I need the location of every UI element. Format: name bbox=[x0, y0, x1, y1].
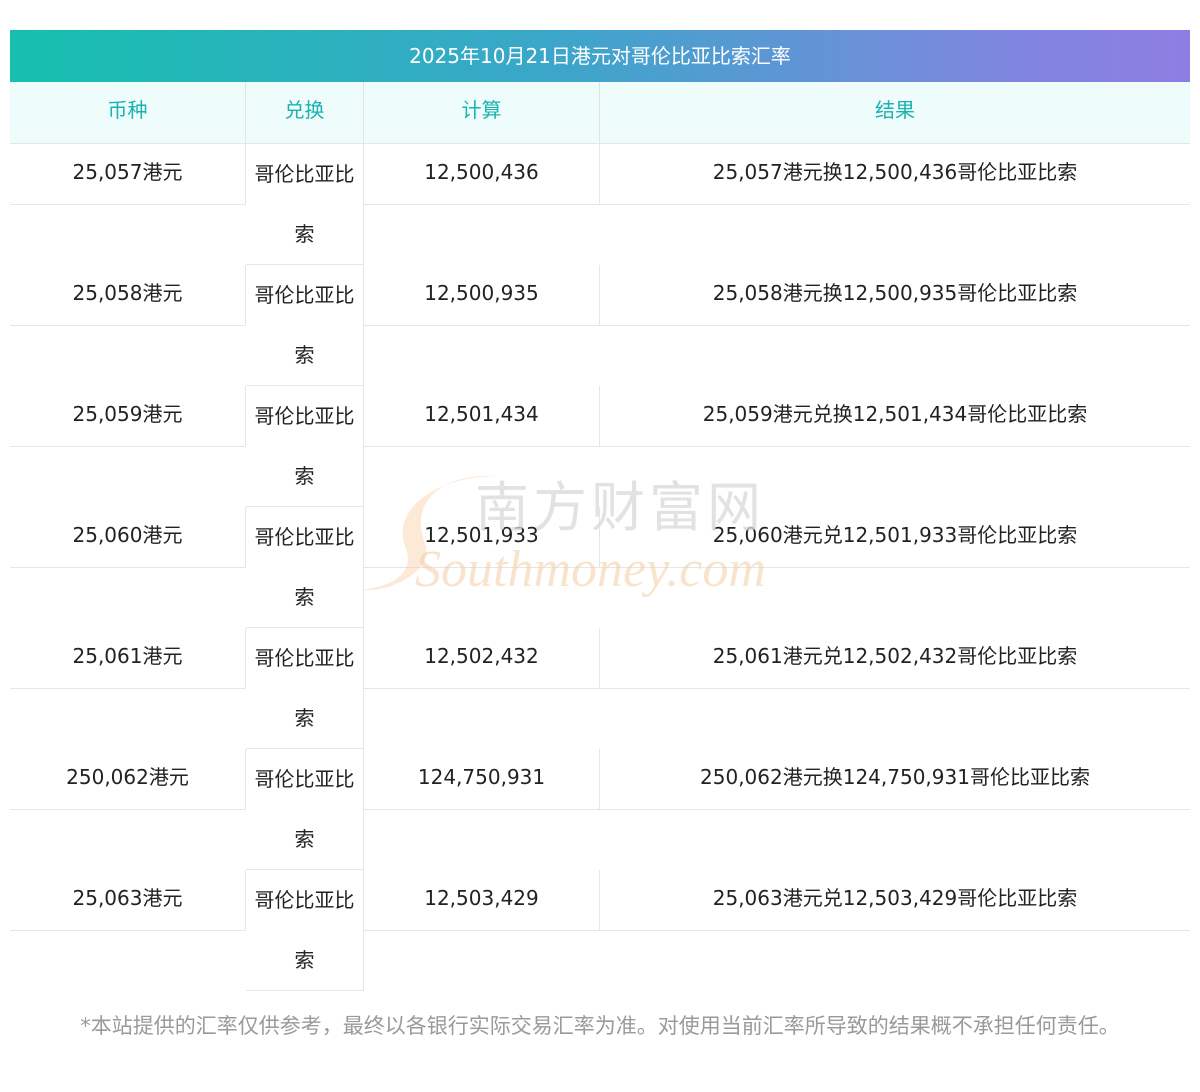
table-header-row: 币种 兑换 计算 结果 bbox=[10, 82, 1190, 144]
header-calc: 计算 bbox=[364, 82, 600, 143]
cell-calc: 12,503,429 bbox=[364, 870, 600, 931]
cell-calc: 124,750,931 bbox=[364, 749, 600, 810]
cell-currency: 25,061港元 bbox=[10, 628, 246, 689]
cell-calc: 12,500,935 bbox=[364, 265, 600, 326]
cell-result: 25,058港元换12,500,935哥伦比亚比索 bbox=[600, 265, 1190, 326]
cell-exchange: 哥伦比亚比索 bbox=[246, 870, 364, 991]
cell-exchange: 哥伦比亚比索 bbox=[246, 749, 364, 870]
cell-calc: 12,500,436 bbox=[364, 144, 600, 205]
table-row: 25,057港元 哥伦比亚比索 12,500,436 25,057港元换12,5… bbox=[10, 144, 1190, 265]
table-row: 25,060港元 哥伦比亚比索 12,501,933 25,060港元兑12,5… bbox=[10, 507, 1190, 628]
cell-result: 25,057港元换12,500,436哥伦比亚比索 bbox=[600, 144, 1190, 205]
header-exchange: 兑换 bbox=[246, 82, 364, 143]
cell-result: 25,060港元兑12,501,933哥伦比亚比索 bbox=[600, 507, 1190, 568]
header-currency: 币种 bbox=[10, 82, 246, 143]
cell-exchange: 哥伦比亚比索 bbox=[246, 628, 364, 749]
cell-calc: 12,501,933 bbox=[364, 507, 600, 568]
table-row: 25,059港元 哥伦比亚比索 12,501,434 25,059港元兑换12,… bbox=[10, 386, 1190, 507]
table-row: 25,058港元 哥伦比亚比索 12,500,935 25,058港元换12,5… bbox=[10, 265, 1190, 386]
cell-result: 25,059港元兑换12,501,434哥伦比亚比索 bbox=[600, 386, 1190, 447]
cell-calc: 12,502,432 bbox=[364, 628, 600, 689]
cell-result: 250,062港元换124,750,931哥伦比亚比索 bbox=[600, 749, 1190, 810]
table-row: 25,061港元 哥伦比亚比索 12,502,432 25,061港元兑12,5… bbox=[10, 628, 1190, 749]
cell-result: 25,063港元兑12,503,429哥伦比亚比索 bbox=[600, 870, 1190, 931]
rate-table: 2025年10月21日港元对哥伦比亚比索汇率 币种 兑换 计算 结果 25,05… bbox=[10, 30, 1190, 991]
cell-result: 25,061港元兑12,502,432哥伦比亚比索 bbox=[600, 628, 1190, 689]
cell-exchange: 哥伦比亚比索 bbox=[246, 144, 364, 265]
table-title: 2025年10月21日港元对哥伦比亚比索汇率 bbox=[10, 30, 1190, 82]
cell-currency: 25,060港元 bbox=[10, 507, 246, 568]
cell-currency: 25,059港元 bbox=[10, 386, 246, 447]
cell-exchange: 哥伦比亚比索 bbox=[246, 386, 364, 507]
table-row: 25,063港元 哥伦比亚比索 12,503,429 25,063港元兑12,5… bbox=[10, 870, 1190, 991]
cell-calc: 12,501,434 bbox=[364, 386, 600, 447]
cell-currency: 250,062港元 bbox=[10, 749, 246, 810]
cell-currency: 25,063港元 bbox=[10, 870, 246, 931]
cell-exchange: 哥伦比亚比索 bbox=[246, 265, 364, 386]
cell-exchange: 哥伦比亚比索 bbox=[246, 507, 364, 628]
table-row: 250,062港元 哥伦比亚比索 124,750,931 250,062港元换1… bbox=[10, 749, 1190, 870]
cell-currency: 25,058港元 bbox=[10, 265, 246, 326]
header-result: 结果 bbox=[875, 98, 915, 122]
disclaimer-text: *本站提供的汇率仅供参考，最终以各银行实际交易汇率为准。对使用当前汇率所导致的结… bbox=[80, 1014, 1120, 1038]
cell-currency: 25,057港元 bbox=[10, 144, 246, 205]
